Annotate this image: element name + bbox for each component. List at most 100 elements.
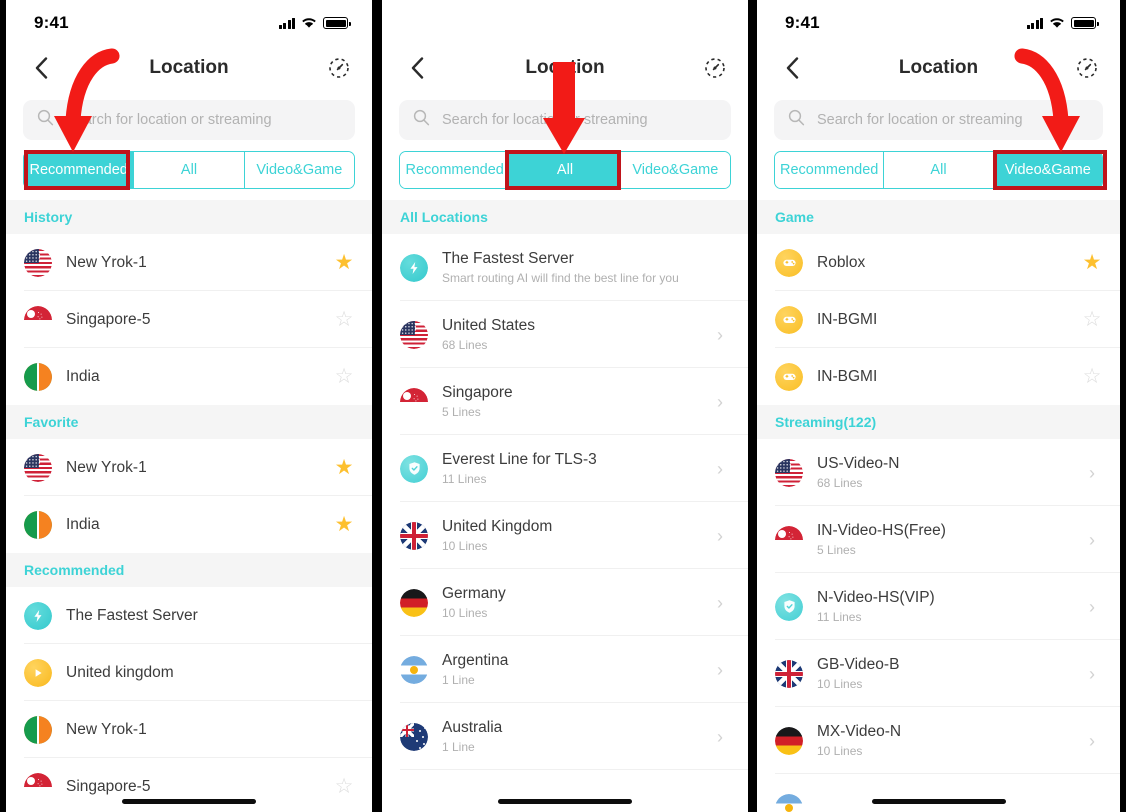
list-item-subtitle: 1 Line: [442, 672, 475, 687]
list-item-subtitle: 10 Lines: [817, 676, 863, 691]
list-item-title: IN-Video-HS(Free): [817, 521, 946, 539]
chevron-right-icon[interactable]: ›: [717, 728, 723, 746]
favorite-star-filled-icon[interactable]: ★: [335, 457, 354, 478]
list-item[interactable]: N-Video-HS(VIP) 11 Lines ›: [757, 573, 1120, 640]
favorite-star-filled-icon[interactable]: ★: [335, 252, 354, 273]
flag-au-icon: [400, 722, 428, 751]
screenshot-stage: 9:41 Location Recomme: [0, 0, 1126, 812]
cellular-bars-icon: [278, 17, 295, 29]
favorite-star-filled-icon[interactable]: ★: [335, 514, 354, 535]
status-time: 9:41: [785, 13, 820, 32]
speedometer-icon[interactable]: [702, 55, 728, 81]
flag-gb-icon: [400, 521, 428, 550]
search-input[interactable]: [66, 112, 341, 128]
list-item[interactable]: GB-Video-B 10 Lines ›: [757, 640, 1120, 707]
search-icon: [788, 109, 805, 131]
list-item[interactable]: IN-Video-HS(Free) 5 Lines ›: [757, 506, 1120, 573]
list-item[interactable]: The Fastest Server: [6, 587, 372, 644]
favorite-star-outline-icon[interactable]: ☆: [1083, 366, 1102, 387]
chevron-right-icon[interactable]: ›: [717, 326, 723, 344]
list-item-subtitle: 68 Lines: [442, 337, 488, 352]
list-item[interactable]: US-Video-N 68 Lines ›: [757, 439, 1120, 506]
search-input[interactable]: [817, 112, 1089, 128]
section-header-favorite: Favorite: [6, 405, 372, 439]
shield-icon: [400, 454, 428, 483]
bolt-icon: [400, 253, 428, 282]
list-item[interactable]: Roblox ★: [757, 234, 1120, 291]
game-controller-icon: [775, 362, 803, 391]
chevron-right-icon[interactable]: ›: [1089, 665, 1095, 683]
list-item[interactable]: New Yrok-1 ★: [6, 234, 372, 291]
chevron-right-icon[interactable]: ›: [717, 594, 723, 612]
list-item[interactable]: Argentina 1 Line ›: [382, 636, 748, 703]
flag-us-icon: [24, 248, 52, 277]
home-indicator: [871, 799, 1006, 804]
back-button[interactable]: [404, 55, 430, 81]
list-item[interactable]: IN-BGMI ☆: [757, 291, 1120, 348]
tab-recommended[interactable]: Recommended: [400, 152, 511, 188]
section-header-history: History: [6, 200, 372, 234]
list-item-subtitle: 5 Lines: [817, 542, 856, 557]
tab-video-game[interactable]: Video&Game: [993, 152, 1102, 188]
search-bar[interactable]: [23, 100, 355, 140]
chevron-right-icon[interactable]: ›: [717, 661, 723, 679]
flag-de-icon: [775, 726, 803, 755]
list-item[interactable]: Everest Line for TLS-3 11 Lines ›: [382, 435, 748, 502]
back-button[interactable]: [779, 55, 805, 81]
tab-all[interactable]: All: [510, 152, 621, 188]
search-bar[interactable]: [774, 100, 1103, 140]
list-item[interactable]: New Yrok-1: [6, 701, 372, 758]
list-item[interactable]: Germany 10 Lines ›: [382, 569, 748, 636]
search-bar[interactable]: [399, 100, 731, 140]
chevron-right-icon[interactable]: ›: [1089, 598, 1095, 616]
list-item[interactable]: United kingdom: [6, 644, 372, 701]
list-item[interactable]: The Fastest Server Smart routing AI will…: [382, 234, 748, 301]
chevron-right-icon[interactable]: ›: [1089, 732, 1095, 750]
chevron-right-icon[interactable]: ›: [1089, 531, 1095, 549]
segmented-tabs: Recommended All Video&Game: [774, 151, 1103, 189]
list-item[interactable]: Singapore 5 Lines ›: [382, 368, 748, 435]
list-item[interactable]: IN-BGMI ☆: [757, 348, 1120, 405]
tab-video-game[interactable]: Video&Game: [620, 152, 730, 188]
tab-all[interactable]: All: [884, 152, 994, 188]
list-item-title: Singapore-5: [66, 777, 151, 795]
chevron-right-icon[interactable]: ›: [717, 527, 723, 545]
list-item-title: Germany: [442, 584, 506, 602]
back-button[interactable]: [28, 55, 54, 81]
tab-video-game[interactable]: Video&Game: [244, 152, 354, 188]
tab-all[interactable]: All: [134, 152, 245, 188]
section-header-recommended: Recommended: [6, 553, 372, 587]
list-item[interactable]: Singapore-5 ☆: [6, 291, 372, 348]
list-item-title: GB-Video-B: [817, 655, 900, 673]
list-item[interactable]: India ☆: [6, 348, 372, 405]
list-item-title: New Yrok-1: [66, 720, 147, 738]
list-item-title: MX-Video-N: [817, 722, 902, 740]
home-indicator: [122, 799, 256, 804]
favorite-star-outline-icon[interactable]: ☆: [1083, 309, 1102, 330]
tab-recommended[interactable]: Recommended: [24, 152, 135, 188]
speedometer-icon[interactable]: [1074, 55, 1100, 81]
list-item[interactable]: MX-Video-N 10 Lines ›: [757, 707, 1120, 774]
speedometer-icon[interactable]: [326, 55, 352, 81]
list-item[interactable]: United Kingdom 10 Lines ›: [382, 502, 748, 569]
list-item[interactable]: Australia 1 Line ›: [382, 703, 748, 770]
shield-icon: [775, 592, 803, 621]
page-title: Location: [898, 57, 979, 78]
favorite-star-outline-icon[interactable]: ☆: [335, 366, 354, 387]
favorite-star-filled-icon[interactable]: ★: [1083, 252, 1102, 273]
chevron-right-icon[interactable]: ›: [1089, 464, 1095, 482]
list-item[interactable]: New Yrok-1 ★: [6, 439, 372, 496]
section-header-all-locations: All Locations: [382, 200, 748, 234]
location-list: Game Roblox ★ IN-BGMI ☆ IN-BGMI ☆ Stream…: [757, 200, 1120, 812]
favorite-star-outline-icon[interactable]: ☆: [335, 309, 354, 330]
list-item-subtitle: Smart routing AI will find the best line…: [442, 270, 679, 285]
chevron-right-icon[interactable]: ›: [717, 393, 723, 411]
chevron-right-icon[interactable]: ›: [717, 460, 723, 478]
list-item[interactable]: India ★: [6, 496, 372, 553]
favorite-star-outline-icon[interactable]: ☆: [335, 776, 354, 797]
tab-recommended[interactable]: Recommended: [775, 152, 885, 188]
list-item[interactable]: United States 68 Lines ›: [382, 301, 748, 368]
search-input[interactable]: [442, 112, 717, 128]
list-item[interactable]: [757, 774, 1120, 812]
list-item-subtitle: 5 Lines: [442, 404, 481, 419]
